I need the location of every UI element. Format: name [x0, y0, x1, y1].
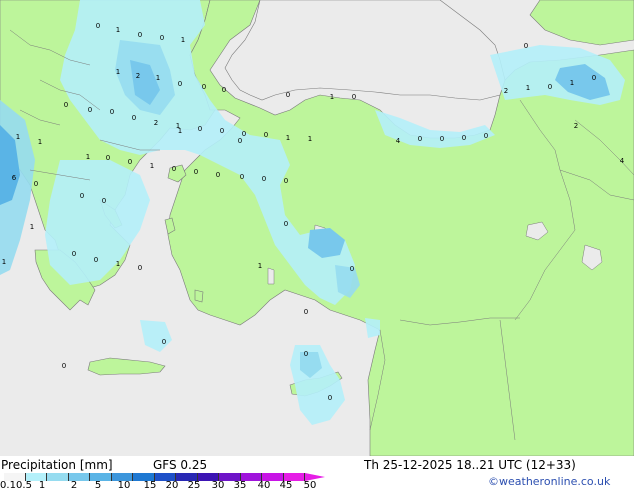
precip-value-label: 1 [116, 68, 120, 76]
precip-value-label: 0 [304, 308, 308, 316]
precip-value-label: 0 [592, 74, 596, 82]
legend-ticks: 0.1 0.5 1 2 5 10 15 20 25 30 35 40 45 50 [0, 480, 340, 490]
precip-value-label: 0 [524, 42, 528, 50]
precip-value-label: 0 [264, 131, 268, 139]
precip-value-label: 0 [62, 362, 66, 370]
precip-value-label: 1 [308, 135, 312, 143]
precip-value-label: 0 [304, 350, 308, 358]
precip-value-label: 0 [64, 101, 68, 109]
precip-value-label: 4 [620, 157, 625, 165]
precip-value-label: 1 [286, 134, 290, 142]
legend-tick-label: 2 [70, 480, 78, 490]
precip-value-label: 0 [138, 31, 142, 39]
precip-value-label: 0 [484, 132, 488, 140]
precip-value-label: 0 [238, 137, 242, 145]
precip-value-label: 0 [110, 108, 114, 116]
precip-value-label: 0 [216, 171, 220, 179]
precip-value-label: 0 [34, 180, 38, 188]
legend-tick-label: 45 [279, 480, 293, 490]
precip-value-label: 0 [284, 177, 288, 185]
precip-value-label: 4 [396, 137, 401, 145]
precip-value-label: 1 [30, 223, 34, 231]
precip-value-label: 0 [128, 158, 132, 166]
precip-value-label: 0 [284, 220, 288, 228]
precip-value-label: 0 [172, 165, 176, 173]
precip-value-label: 1 [258, 262, 262, 270]
precip-value-label: 1 [16, 133, 20, 141]
precip-value-label: 2 [136, 72, 140, 80]
precip-value-label: 0 [162, 338, 166, 346]
precip-value-label: 0 [262, 175, 266, 183]
precip-value-label: 1 [2, 258, 6, 266]
precip-value-label: 0 [220, 127, 224, 135]
credit-text: ©weatheronline.co.uk [488, 475, 611, 488]
precip-value-label: 0 [94, 256, 98, 264]
precip-value-label: 0 [160, 34, 164, 42]
precip-value-label: 1 [526, 84, 530, 92]
model-name: GFS 0.25 [153, 458, 208, 472]
legend-tick-label: 35 [233, 480, 247, 490]
precip-value-label: 0 [440, 135, 444, 143]
legend-tick-label: 25 [187, 480, 201, 490]
precip-value-label: 0 [106, 154, 110, 162]
legend-tick-label: 10 [117, 480, 131, 490]
precip-value-label: 1 [330, 93, 334, 101]
precip-value-label: 1 [38, 138, 42, 146]
legend-tick-label: 50 [303, 480, 317, 490]
precip-value-label: 0 [198, 125, 202, 133]
precip-value-label: 1 [570, 79, 574, 87]
precip-value-label: 1 [150, 162, 154, 170]
map-title: Precipitation [mm] [1, 458, 113, 472]
precip-value-label: 0 [194, 168, 198, 176]
precip-value-label: 1 [116, 26, 120, 34]
precip-value-label: 1 [86, 153, 90, 161]
precip-value-label: 2 [574, 122, 578, 130]
precip-value-label: 0 [418, 135, 422, 143]
precip-value-label: 0 [88, 106, 92, 114]
precip-value-label: 2 [504, 87, 508, 95]
legend-tick-label: 0.5 [16, 480, 32, 490]
precip-value-label: 0 [222, 86, 226, 94]
precip-value-label: 1 [156, 74, 160, 82]
precip-value-label: 0 [138, 264, 142, 272]
precip-value-label: 0 [96, 22, 100, 30]
precip-value-label: 1 [178, 127, 182, 135]
precipitation-map: 0 1 0 0 1 1 2 1 0 0 0 0 0 0 0 2 1 0 0 0 0 0 1 0 1 1 1 0 0 1 0 0 0 6 0 0 0 1 1 0… [0, 0, 634, 456]
precip-value-label: 0 [462, 134, 466, 142]
precip-value-label: 0 [178, 80, 182, 88]
precip-value-label: 0 [72, 250, 76, 258]
legend-tick-label: 15 [143, 480, 157, 490]
precip-value-label: 0 [548, 83, 552, 91]
precip-value-label: 0 [80, 192, 84, 200]
legend-tick-label: 30 [211, 480, 225, 490]
precip-value-label: 0 [240, 173, 244, 181]
legend-tick-label: 1 [38, 480, 46, 490]
land-rhodes [194, 289, 204, 303]
precip-value-label: 0 [286, 91, 290, 99]
precip-value-label: 0 [350, 265, 354, 273]
map-footer: Precipitation [mm] GFS 0.25 Th 25-12-202… [0, 456, 634, 490]
legend-tick-label: 20 [165, 480, 179, 490]
valid-time: Th 25-12-2025 18..21 UTC (12+33) [364, 458, 576, 472]
precip-value-label: 1 [116, 260, 120, 268]
precip-value-label: 0 [352, 93, 356, 101]
legend-tick-label: 40 [257, 480, 271, 490]
precip-value-label: 0 [242, 130, 246, 138]
precip-value-label: 0 [102, 197, 106, 205]
lake-egirdir [267, 267, 275, 285]
precip-value-label: 2 [154, 119, 158, 127]
legend-tick-label: 5 [94, 480, 102, 490]
weather-map-panel: 0100112100000002100000101110010006000110… [0, 0, 634, 490]
legend-tick-label: 0.1 [0, 480, 16, 490]
precip-value-label: 1 [181, 36, 185, 44]
precip-value-label: 0 [132, 114, 136, 122]
precip-value-label: 0 [328, 394, 332, 402]
precip-value-label: 0 [202, 83, 206, 91]
precip-value-label: 6 [12, 174, 17, 182]
